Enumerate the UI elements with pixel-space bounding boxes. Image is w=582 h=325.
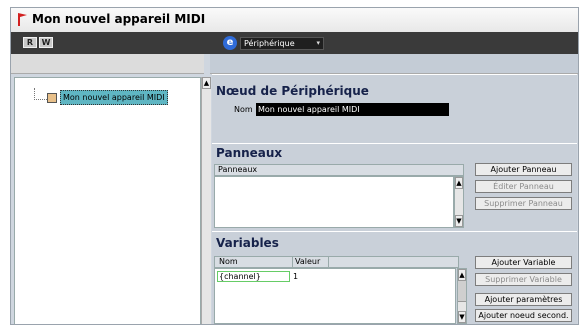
delete-panel-button[interactable]: Supprimer Panneau [475, 197, 572, 210]
scroll-up-icon[interactable]: ▲ [202, 77, 211, 89]
write-button[interactable]: W [39, 37, 53, 48]
panels-list[interactable] [214, 176, 454, 228]
device-menu-label: Périphérique [244, 39, 295, 48]
variables-column-header: Nom Valeur [214, 256, 459, 268]
chevron-down-icon: ▾ [316, 39, 320, 47]
scroll-up-icon[interactable]: ▲ [458, 269, 466, 281]
tree-scrollbar[interactable]: ▲ [201, 77, 211, 324]
scroll-thumb[interactable] [458, 281, 466, 302]
delete-variable-button[interactable]: Supprimer Variable [475, 273, 572, 286]
variables-title: Variables [216, 236, 279, 250]
variable-value-cell[interactable]: 1 [293, 271, 298, 282]
variables-scrollbar[interactable]: ▲ ▼ [457, 268, 467, 324]
device-menu-dropdown[interactable]: Périphérique ▾ [240, 37, 324, 50]
tree-item-device[interactable]: Mon nouvel appareil MIDI [60, 90, 168, 105]
read-button[interactable]: R [23, 37, 37, 48]
column-header-name[interactable]: Nom [219, 257, 238, 267]
tree-connector [34, 88, 47, 100]
variables-list[interactable]: {channel} 1 [214, 268, 456, 324]
column-header-value[interactable]: Valeur [295, 257, 320, 267]
column-divider [292, 257, 293, 267]
app-logo-icon [18, 13, 27, 26]
device-menu-icon[interactable]: e [223, 36, 237, 50]
column-divider [328, 257, 329, 267]
device-node-title: Nœud de Périphérique [216, 84, 369, 98]
add-panel-button[interactable]: Ajouter Panneau [475, 163, 572, 176]
content-header-bar [210, 54, 578, 74]
device-node-section: Nœud de Périphérique Nom Mon nouvel appa… [212, 74, 577, 144]
scroll-up-icon[interactable]: ▲ [455, 177, 463, 189]
name-field[interactable]: Mon nouvel appareil MIDI [256, 103, 449, 116]
name-label: Nom [234, 105, 253, 114]
panels-column-header[interactable]: Panneaux [214, 164, 464, 176]
panels-scrollbar[interactable]: ▲ ▼ [454, 176, 464, 228]
main-window: Mon nouvel appareil MIDI R W e Périphéri… [10, 7, 579, 325]
panels-title: Panneaux [216, 146, 283, 160]
scroll-down-icon[interactable]: ▼ [455, 215, 463, 227]
panels-section: Panneaux Panneaux ▲ ▼ Ajouter Panneau Éd… [212, 143, 577, 232]
device-tree[interactable]: Mon nouvel appareil MIDI [14, 77, 201, 324]
add-secondary-node-button[interactable]: Ajouter noeud second. [475, 309, 572, 322]
add-variable-button[interactable]: Ajouter Variable [475, 256, 572, 269]
midi-device-icon [47, 93, 57, 103]
title-bar: Mon nouvel appareil MIDI [11, 8, 578, 33]
tree-header-bar [11, 54, 204, 74]
window-title: Mon nouvel appareil MIDI [32, 12, 206, 26]
edit-panel-button[interactable]: Éditer Panneau [475, 180, 572, 193]
variables-section: Variables Nom Valeur {channel} 1 ▲ ▼ Ajo… [212, 231, 577, 324]
variable-name-cell[interactable]: {channel} [217, 271, 290, 282]
scroll-down-icon[interactable]: ▼ [458, 311, 466, 323]
toolbar: R W e Périphérique ▾ [11, 32, 578, 54]
add-parameters-button[interactable]: Ajouter paramètres [475, 293, 572, 306]
